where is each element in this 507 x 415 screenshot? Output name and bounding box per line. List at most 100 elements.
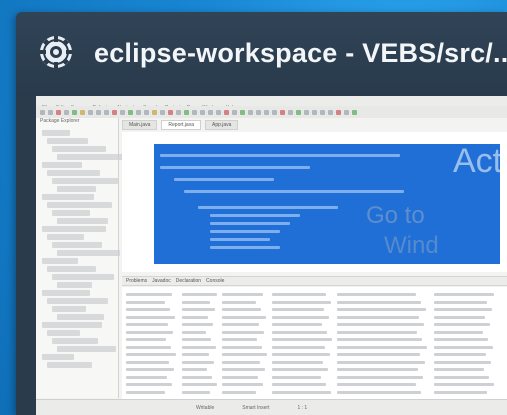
toolbar-icon[interactable]	[64, 109, 69, 115]
toolbar-icon[interactable]	[352, 109, 357, 115]
tree-item[interactable]	[57, 282, 92, 288]
toolbar-icon[interactable]	[312, 109, 317, 115]
tree-item[interactable]	[52, 178, 118, 184]
console-cell	[272, 293, 326, 296]
toolbar-icon[interactable]	[256, 109, 261, 115]
code-line	[210, 222, 290, 225]
toolbar-icon[interactable]	[280, 109, 285, 115]
console-cell	[182, 353, 209, 356]
editor-tab[interactable]: Main.java	[122, 120, 158, 130]
toolbar-icon[interactable]	[248, 109, 253, 115]
tree-item[interactable]	[47, 266, 96, 272]
eclipse-icon	[40, 36, 72, 68]
toolbar-icon[interactable]	[304, 109, 309, 115]
toolbar-icon[interactable]	[264, 109, 269, 115]
tree-item[interactable]	[47, 138, 88, 144]
tree-item[interactable]	[47, 170, 100, 176]
console-tab[interactable]: Console	[206, 278, 224, 284]
console-cell	[434, 383, 494, 386]
toolbar-icon[interactable]	[104, 109, 109, 115]
toolbar-icon[interactable]	[320, 109, 325, 115]
tree-item[interactable]	[42, 226, 106, 232]
console-cell	[222, 345, 262, 349]
toolbar-icon[interactable]	[136, 109, 141, 115]
editor-tab[interactable]: App.java	[204, 120, 239, 130]
console-cell	[272, 300, 331, 304]
toolbar-icon[interactable]	[344, 109, 349, 115]
tree-item[interactable]	[47, 202, 112, 208]
console-output	[122, 287, 507, 399]
console-cell	[434, 308, 492, 311]
console-cell	[126, 368, 174, 371]
toolbar-icon[interactable]	[128, 109, 133, 115]
toolbar-icon[interactable]	[96, 109, 101, 115]
toolbar-icon[interactable]	[160, 109, 165, 115]
toolbar-icon[interactable]	[112, 109, 117, 115]
toolbar-icon[interactable]	[120, 109, 125, 115]
tree-item[interactable]	[52, 338, 98, 344]
tree-item[interactable]	[42, 194, 94, 200]
taskbar-window-preview[interactable]: eclipse-workspace - VEBS/src/... FileEdi…	[16, 12, 507, 415]
toolbar-icon[interactable]	[240, 109, 245, 115]
tree-item[interactable]	[42, 354, 74, 360]
toolbar-icon[interactable]	[336, 109, 341, 115]
tree-item[interactable]	[57, 218, 108, 224]
toolbar-icon[interactable]	[288, 109, 293, 115]
toolbar-icon[interactable]	[56, 109, 61, 115]
toolbar-icon[interactable]	[176, 109, 181, 115]
console-cell	[337, 293, 416, 296]
toolbar-icon[interactable]	[208, 109, 213, 115]
status-item: 1 : 1	[297, 404, 308, 411]
console-tab[interactable]: Problems	[126, 278, 147, 284]
tree-item[interactable]	[57, 250, 120, 256]
toolbar	[36, 106, 507, 118]
toolbar-icon[interactable]	[184, 109, 189, 115]
console-cell	[222, 360, 260, 364]
tree-item[interactable]	[57, 186, 96, 192]
editor-tab[interactable]: Report.java	[161, 120, 201, 130]
toolbar-icon[interactable]	[144, 109, 149, 115]
code-line	[210, 230, 280, 233]
tree-item[interactable]	[47, 298, 108, 304]
toolbar-icon[interactable]	[296, 109, 301, 115]
tree-item[interactable]	[42, 130, 70, 136]
tree-item[interactable]	[42, 322, 102, 328]
tree-item[interactable]	[47, 362, 92, 368]
toolbar-icon[interactable]	[48, 109, 53, 115]
tree-item[interactable]	[42, 258, 78, 264]
toolbar-icon[interactable]	[40, 109, 45, 115]
tree-item[interactable]	[47, 234, 84, 240]
toolbar-icon[interactable]	[72, 109, 77, 115]
toolbar-icon[interactable]	[192, 109, 197, 115]
toolbar-icon[interactable]	[272, 109, 277, 115]
toolbar-icon[interactable]	[216, 109, 221, 115]
console-cell	[222, 375, 258, 379]
console-tab[interactable]: Javadoc	[152, 278, 171, 284]
console-cell	[182, 345, 216, 349]
tree-item[interactable]	[52, 146, 106, 152]
tree-item[interactable]	[57, 314, 104, 320]
toolbar-icon[interactable]	[232, 109, 237, 115]
toolbar-icon[interactable]	[152, 109, 157, 115]
toolbar-icon[interactable]	[88, 109, 93, 115]
console-cell	[222, 315, 266, 319]
toolbar-icon[interactable]	[328, 109, 333, 115]
tree-item[interactable]	[52, 242, 102, 248]
toolbar-icon[interactable]	[200, 109, 205, 115]
console-cell	[272, 315, 329, 319]
console-tab[interactable]: Declaration	[176, 278, 201, 284]
toolbar-icon[interactable]	[168, 109, 173, 115]
tree-item[interactable]	[52, 210, 90, 216]
tree-item[interactable]	[57, 154, 124, 160]
tree-item[interactable]	[52, 274, 114, 280]
toolbar-icon[interactable]	[224, 109, 229, 115]
toolbar-icon[interactable]	[80, 109, 85, 115]
tree-item[interactable]	[47, 330, 80, 336]
tree-item[interactable]	[42, 162, 82, 168]
tree-item[interactable]	[57, 346, 116, 352]
console-cell	[182, 330, 206, 334]
tree-item[interactable]	[42, 290, 90, 296]
tree-item[interactable]	[52, 306, 86, 312]
console-cell	[222, 308, 261, 311]
console-cell	[434, 330, 483, 334]
